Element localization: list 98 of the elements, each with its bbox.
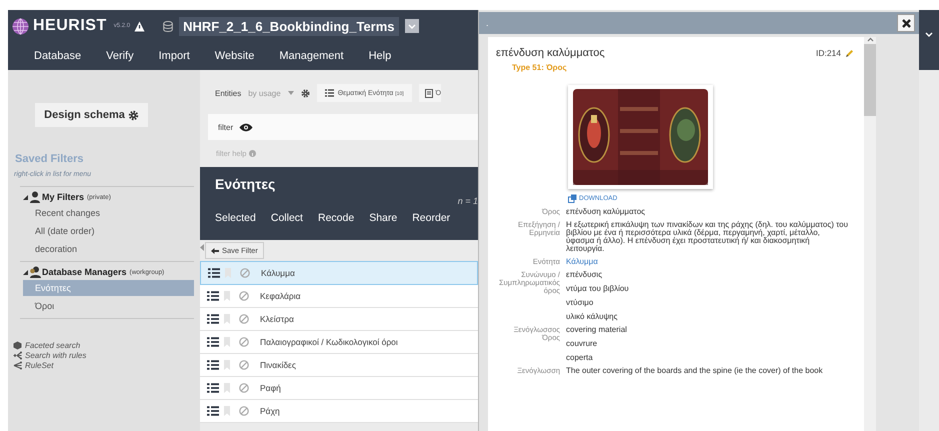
globe-icon <box>12 18 29 34</box>
action-menu[interactable]: Reorder <box>412 212 450 224</box>
chevron-up-icon <box>866 37 874 42</box>
list-icon[interactable] <box>207 314 219 324</box>
list-icon[interactable] <box>208 268 220 278</box>
close-icon <box>902 18 910 28</box>
entities-label: Entities <box>215 88 242 98</box>
field-value: Η εξωτερική επικάλυψη των πινακίδων και της ράχης (δηλ. του καλύμματος) του βιβλίου με ένα ή περισσότερα υλικά (δέρμα, περγαμηνή, χαρτί, μέταλλο, ύφασμα ή άλλο). Η επένδυση έχει προστατευτική ή/ και διακοσμητική λειτουργία. <box>566 221 849 253</box>
filter-item[interactable]: Recent changes <box>20 205 194 221</box>
filter-item[interactable]: All (date order) <box>20 223 194 239</box>
menu-item[interactable]: Management <box>267 50 357 62</box>
record-title: Κάλυμμα <box>261 268 295 278</box>
result-count: n = 1 <box>458 196 478 206</box>
record-row[interactable]: Κάλυμμα <box>200 261 478 285</box>
action-menu[interactable]: Recode <box>318 212 354 224</box>
results-title: Ενότητες <box>215 176 276 192</box>
expanded-triangle-icon[interactable] <box>23 270 28 274</box>
record-title: Παλαιογραφικοί / Κωδικολογικοί όροι <box>260 337 398 347</box>
scrollbar-thumb[interactable] <box>864 44 876 116</box>
record-row[interactable]: Κεφαλάρια <box>200 285 478 308</box>
dialog-title: . <box>486 18 489 28</box>
branch-icon <box>13 361 22 370</box>
record-id: ID:214 <box>816 48 841 58</box>
action-menu[interactable]: Collect <box>270 212 303 224</box>
user-icon <box>29 191 41 203</box>
field-value: coperta <box>566 354 594 362</box>
close-button[interactable] <box>897 14 915 32</box>
expanded-triangle-icon[interactable] <box>23 194 28 200</box>
chevron-down-icon <box>408 24 416 28</box>
database-icon <box>163 20 174 32</box>
document-icon <box>424 88 433 98</box>
eye-icon[interactable] <box>239 122 254 132</box>
scrollbar[interactable] <box>864 37 876 431</box>
menu-item[interactable]: Verify <box>94 50 147 62</box>
record-title: Ραφή <box>260 383 281 393</box>
field-value: επένδυση καλύμματος <box>566 208 646 216</box>
menu-item[interactable]: Database <box>22 50 94 62</box>
record-row[interactable]: Ράχη <box>200 400 478 423</box>
info-icon <box>249 150 256 157</box>
app-logo: HEURIST <box>33 17 107 35</box>
record-title: Ράχη <box>260 406 280 416</box>
field-value: υλικό κάλυψης <box>566 313 618 321</box>
link[interactable]: Faceted search <box>25 341 80 350</box>
record-row[interactable]: Πινακίδες <box>200 354 478 377</box>
gear-icon[interactable] <box>300 88 310 98</box>
record-heading: επένδυση καλύμματος <box>496 47 605 59</box>
gear-icon <box>128 110 139 120</box>
group-title[interactable]: Database Managers <box>42 267 127 277</box>
action-menu[interactable]: Share <box>369 212 398 224</box>
bookmark-icon[interactable] <box>224 337 230 347</box>
record-row[interactable]: Παλαιογραφικοί / Κωδικολογικοί όροι <box>200 331 478 354</box>
list-icon[interactable] <box>207 360 219 370</box>
arrow-left-icon <box>211 248 219 254</box>
field-value: επένδυσις <box>566 271 604 279</box>
record-title: Κεφαλάρια <box>260 291 301 301</box>
design-schema-button[interactable]: Design schema <box>35 103 148 127</box>
section-title: Saved Filters <box>15 153 84 165</box>
filter-field[interactable]: filter <box>208 114 478 140</box>
record-title: Πινακίδες <box>260 360 296 370</box>
field-value: The outer covering of the boards and the spine (ie the cover) of the book <box>566 367 824 375</box>
users-icon <box>29 266 41 278</box>
bookmark-icon[interactable] <box>224 383 230 393</box>
record-row[interactable]: Κλείστρα <box>200 308 478 331</box>
field-link[interactable]: Κάλυμμα <box>566 258 850 266</box>
list-icon[interactable] <box>207 291 219 301</box>
pencil-icon[interactable] <box>845 48 854 58</box>
menu-item[interactable]: Help <box>356 50 404 62</box>
action-menu[interactable]: Selected <box>215 212 256 224</box>
collapse-arrow-icon[interactable] <box>200 244 204 251</box>
download-icon <box>568 194 577 203</box>
list-icon[interactable] <box>207 383 219 393</box>
menu-item[interactable]: Import <box>146 50 203 62</box>
bookmark-icon[interactable] <box>224 291 230 301</box>
field-value: ντύμα του βιβλίου <box>566 285 630 293</box>
database-dropdown[interactable] <box>404 19 419 33</box>
filter-item[interactable]: decoration <box>20 241 194 257</box>
group-title[interactable]: My Filters <box>42 192 84 202</box>
bookmark-icon[interactable] <box>224 314 230 324</box>
link[interactable]: Search with rules <box>25 351 86 360</box>
link[interactable]: RuleSet <box>25 361 54 370</box>
menu-item[interactable]: Website <box>202 50 268 62</box>
record-type: Type 51: Όρος <box>512 63 568 72</box>
record-row[interactable]: Ραφή <box>200 377 478 400</box>
branch-plus-icon <box>13 351 22 360</box>
list-icon[interactable] <box>207 406 219 416</box>
warning-icon <box>134 20 146 32</box>
filter-item[interactable]: Όροι <box>20 298 194 314</box>
record-title: Κλείστρα <box>260 314 294 324</box>
database-name: NHRF_2_1_6_Bookbinding_Terms <box>179 16 399 36</box>
bookmark-icon[interactable] <box>224 406 230 416</box>
bookmark-icon[interactable] <box>224 360 230 370</box>
list-icon <box>324 89 334 97</box>
field-value: ντύσιμο <box>566 299 594 307</box>
field-value: couvrure <box>566 340 598 348</box>
list-icon[interactable] <box>207 337 219 347</box>
field-value: covering material <box>566 326 628 334</box>
caret-down-icon <box>288 91 294 95</box>
chevron-down-icon[interactable] <box>925 32 933 37</box>
